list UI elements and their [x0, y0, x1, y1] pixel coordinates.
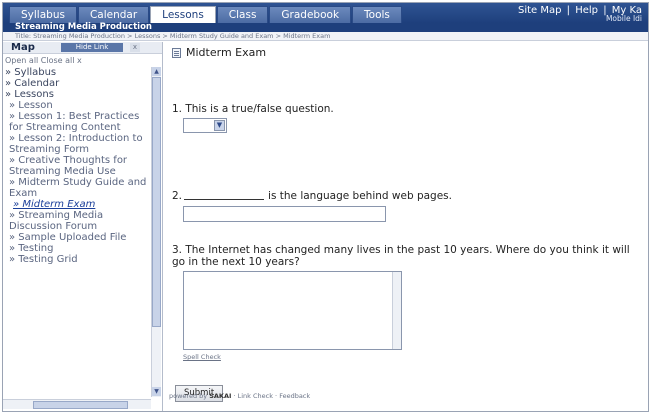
left-navigation-panel: Map Hide Link x Open all Close all x » S…	[3, 42, 163, 411]
fill-in-answer-input[interactable]	[183, 206, 386, 222]
nav-horizontal-scrollbar[interactable]	[3, 399, 151, 409]
nav-item-lesson-1[interactable]: » Lesson 1: Best Practices for Streaming…	[3, 111, 151, 133]
question-2-number: 2.	[172, 190, 183, 202]
tab-calendar[interactable]: Calendar	[77, 6, 150, 23]
nav-item-creative-thoughts[interactable]: » Creative Thoughts for Streaming Media …	[3, 155, 151, 177]
chevron-down-icon[interactable]: ▼	[214, 120, 225, 131]
nav-item-sample-uploaded-file[interactable]: » Sample Uploaded File	[3, 232, 151, 243]
tab-gradebook[interactable]: Gradebook	[269, 6, 352, 23]
nav-expand-controls[interactable]: Open all Close all x	[3, 54, 162, 67]
fill-blank-line	[184, 191, 265, 200]
question-3: 3. The Internet has changed many lives i…	[172, 244, 630, 268]
help-link[interactable]: Help	[575, 5, 598, 16]
separator: |	[566, 5, 571, 16]
tab-lessons[interactable]: Lessons	[150, 6, 216, 23]
user-line: Mobile Idi	[605, 14, 642, 23]
breadcrumb: Title: Streaming Media Production > Less…	[3, 32, 648, 41]
page-title: Midterm Exam	[172, 46, 266, 59]
footer: powered by SAKAI · Link Check · Feedback	[169, 392, 310, 400]
powered-by-label: powered by	[169, 392, 208, 400]
scroll-down-icon[interactable]: ▼	[152, 387, 161, 396]
nav-item-discussion-forum[interactable]: » Streaming Media Discussion Forum	[3, 210, 151, 232]
scrollbar-thumb[interactable]	[152, 77, 161, 327]
essay-answer-textarea[interactable]	[183, 271, 402, 350]
nav-header: Map Hide Link x	[3, 42, 162, 54]
true-false-select[interactable]: ▼	[183, 118, 227, 133]
document-icon	[172, 47, 181, 58]
nav-item-syllabus[interactable]: » Syllabus	[3, 67, 151, 78]
nav-item-midterm-study-guide[interactable]: » Midterm Study Guide and Exam	[3, 177, 151, 199]
nav-vertical-scrollbar[interactable]: ▲ ▼	[151, 67, 161, 397]
nav-item-testing-grid[interactable]: » Testing Grid	[3, 254, 151, 265]
nav-item-testing[interactable]: » Testing	[3, 243, 151, 254]
site-map-link[interactable]: Site Map	[518, 5, 561, 16]
hide-link-button[interactable]: Hide Link	[61, 43, 123, 52]
nav-item-lessons[interactable]: » Lessons	[3, 89, 151, 100]
course-title: Streaming Media Production	[3, 23, 648, 32]
exam-title-text: Midterm Exam	[186, 46, 267, 59]
spell-check-link[interactable]: Spell Check	[183, 353, 221, 361]
top-navigation-bar: Syllabus Calendar Lessons Class Gradeboo…	[3, 3, 648, 23]
brand-logo[interactable]: SAKAI	[209, 392, 231, 400]
nav-item-lesson-2[interactable]: » Lesson 2: Introduction to Streaming Fo…	[3, 133, 151, 155]
question-1: 1. This is a true/false question.	[172, 103, 334, 115]
close-icon[interactable]: x	[130, 43, 140, 52]
footer-links[interactable]: · Link Check · Feedback	[233, 392, 310, 400]
scrollbar-thumb[interactable]	[33, 401, 128, 409]
exam-content: Midterm Exam 1. This is a true/false que…	[166, 42, 646, 411]
nav-title: Map	[11, 42, 35, 53]
nav-item-lesson[interactable]: » Lesson	[3, 100, 151, 111]
nav-item-midterm-exam[interactable]: » Midterm Exam	[3, 199, 151, 210]
browser-frame: Syllabus Calendar Lessons Class Gradeboo…	[2, 2, 649, 412]
nav-tree: » Syllabus » Calendar » Lessons » Lesson…	[3, 67, 151, 407]
scroll-up-icon[interactable]: ▲	[152, 67, 161, 76]
question-2-text: is the language behind web pages.	[268, 190, 452, 202]
tab-tools[interactable]: Tools	[352, 6, 402, 23]
textarea-scrollbar[interactable]	[392, 272, 401, 349]
tab-syllabus[interactable]: Syllabus	[9, 6, 77, 23]
tab-strip: Syllabus Calendar Lessons Class Gradeboo…	[9, 6, 403, 23]
nav-item-calendar[interactable]: » Calendar	[3, 78, 151, 89]
question-2: 2. is the language behind web pages.	[172, 190, 452, 202]
tab-class[interactable]: Class	[216, 6, 269, 23]
